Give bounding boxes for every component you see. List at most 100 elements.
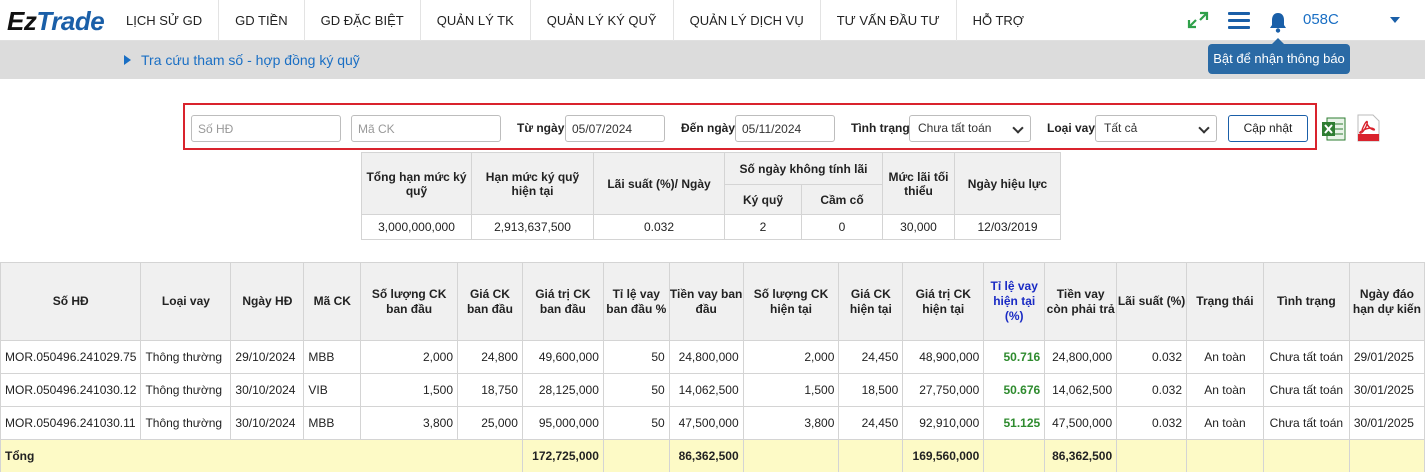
cell-initial-quantity: 2,000 [360,340,458,374]
th-interest-rate[interactable]: Lãi suất (%) [1116,262,1188,341]
contract-number-input[interactable] [191,115,341,142]
cell-initial-value: 95,000,000 [521,406,604,440]
total-empty [983,439,1046,472]
cell-safety-status: An toàn [1186,373,1264,407]
cell-initial-price: 24,800 [457,340,523,374]
th-settlement-status[interactable]: Tình trạng [1262,262,1350,341]
cell-expected-maturity: 30/01/2025 [1348,406,1425,440]
cell-settlement-status: Chưa tất toán [1262,340,1350,374]
cell-current-value: 27,750,000 [902,373,985,407]
cell-current-value: 48,900,000 [902,340,985,374]
table-row[interactable]: MOR.050496.241029.75 Thông thường 29/10/… [0,340,1425,374]
nav-gd-dac-biet[interactable]: GD ĐẶC BIỆT [305,0,421,41]
nav-quan-ly-ky-quy[interactable]: QUẢN LÝ KÝ QUỸ [531,0,674,41]
cell-remaining-loan: 14,062,500 [1044,373,1118,407]
cell-initial-price: 18,750 [457,373,523,407]
nav-gd-tien[interactable]: GD TIỀN [219,0,305,41]
nav-lich-su-gd[interactable]: LỊCH SỬ GD [110,0,220,41]
status-select[interactable]: Chưa tất toán [909,115,1031,142]
cell-current-price: 24,450 [838,406,904,440]
total-empty [602,439,670,472]
loan-type-select-value: Tất cả [1104,121,1138,135]
cell-current-price: 18,500 [838,373,904,407]
eztrade-logo[interactable]: EzTrade [7,6,105,37]
cell-contract-number: MOR.050496.241029.75 [0,340,142,374]
td-total-limit: 3,000,000,000 [361,214,472,240]
cell-initial-loan: 14,062,500 [668,373,744,407]
logo-trade: Trade [36,6,105,36]
cell-contract-number: MOR.050496.241030.11 [0,406,142,440]
notification-tooltip: Bật để nhận thông báo [1208,38,1350,74]
th-free-days-margin: Ký quỹ [724,184,802,215]
cell-settlement-status: Chưa tất toán [1262,406,1350,440]
total-row: Tổng 172,725,000 86,362,500 169,560,000 … [0,439,1425,472]
cell-safety-status: An toàn [1186,406,1264,440]
cell-remaining-loan: 47,500,000 [1044,406,1118,440]
account-code[interactable]: 058C [1303,11,1339,28]
th-current-value[interactable]: Giá trị CK hiện tại [902,262,985,341]
cell-current-price: 24,450 [838,340,904,374]
cell-expected-maturity: 29/01/2025 [1348,340,1425,374]
th-expected-maturity[interactable]: Ngày đáo hạn dự kiến [1348,262,1425,341]
margin-contracts-table: Số HĐ Loại vay Ngày HĐ Mã CK Số lượng CK… [0,262,1425,472]
th-stock-code[interactable]: Mã CK [303,262,362,341]
contract-parameters-table: Tổng hạn mức ký quỹ Hạn mức ký quỹ hiện … [361,152,1061,240]
cell-current-quantity: 1,500 [742,373,840,407]
pdf-export-icon[interactable] [1354,114,1382,142]
th-contract-number[interactable]: Số HĐ [0,262,142,341]
bell-icon[interactable] [1268,11,1288,33]
caret-right-icon [124,55,131,65]
to-date-input[interactable] [735,115,835,142]
loan-type-select[interactable]: Tất cả [1095,115,1217,142]
th-loan-type[interactable]: Loại vay [140,262,232,341]
status-label: Tình trạng [851,121,910,135]
cell-current-quantity: 2,000 [742,340,840,374]
cell-initial-ratio: 50 [602,406,670,440]
table-row[interactable]: MOR.050496.241030.11 Thông thường 30/10/… [0,406,1425,440]
th-initial-value[interactable]: Giá trị CK ban đầu [521,262,604,341]
hamburger-menu-icon[interactable] [1228,12,1250,30]
cell-expected-maturity: 30/01/2025 [1348,373,1425,407]
status-select-value: Chưa tất toán [918,121,992,135]
chevron-down-icon[interactable] [1390,17,1400,23]
total-empty [1186,439,1264,472]
cell-current-ratio: 51.125 [983,406,1046,440]
stock-code-input[interactable] [351,115,501,142]
excel-export-icon[interactable] [1321,116,1347,142]
th-initial-ratio[interactable]: Tỉ lệ vay ban đầu % [602,262,670,341]
cell-stock-code: MBB [303,340,362,374]
td-rate: 0.032 [593,214,725,240]
loan-type-label: Loại vay [1047,121,1096,135]
expand-icon[interactable] [1186,10,1210,30]
cell-loan-type: Thông thường [140,373,232,407]
th-remaining-loan[interactable]: Tiền vay còn phải trả [1044,262,1118,341]
th-current-price[interactable]: Giá CK hiện tại [838,262,904,341]
th-initial-quantity[interactable]: Số lượng CK ban đầu [360,262,458,341]
nav-quan-ly-dich-vu[interactable]: QUẢN LÝ DỊCH VỤ [674,0,821,41]
th-current-ratio[interactable]: Tỉ lệ vay hiện tại (%) [983,262,1046,341]
th-free-days: Số ngày không tính lãi [724,152,883,185]
cell-initial-price: 25,000 [457,406,523,440]
nav-quan-ly-tk[interactable]: QUẢN LÝ TK [421,0,531,41]
nav-tu-van-dau-tu[interactable]: TƯ VẤN ĐẦU TƯ [821,0,957,41]
total-initial-loan: 86,362,500 [668,439,744,472]
th-initial-loan[interactable]: Tiền vay ban đầu [668,262,744,341]
th-current-quantity[interactable]: Số lượng CK hiện tại [742,262,840,341]
chevron-down-icon [1012,122,1024,134]
breadcrumb[interactable]: Tra cứu tham số - hợp đồng ký quỹ [124,52,360,68]
cell-current-value: 92,910,000 [902,406,985,440]
from-date-input[interactable] [565,115,665,142]
total-label: Tổng [0,439,523,472]
nav-ho-tro[interactable]: HỖ TRỢ [957,0,1040,41]
total-empty [838,439,904,472]
td-free-days-margin: 2 [724,214,802,240]
th-contract-date[interactable]: Ngày HĐ [230,262,305,341]
cell-initial-quantity: 3,800 [360,406,458,440]
total-empty [742,439,840,472]
th-safety-status[interactable]: Trạng thái [1186,262,1264,341]
cell-current-quantity: 3,800 [742,406,840,440]
update-button[interactable]: Cập nhật [1228,115,1308,142]
th-initial-price[interactable]: Giá CK ban đầu [457,262,523,341]
cell-current-ratio: 50.716 [983,340,1046,374]
table-row[interactable]: MOR.050496.241030.12 Thông thường 30/10/… [0,373,1425,407]
